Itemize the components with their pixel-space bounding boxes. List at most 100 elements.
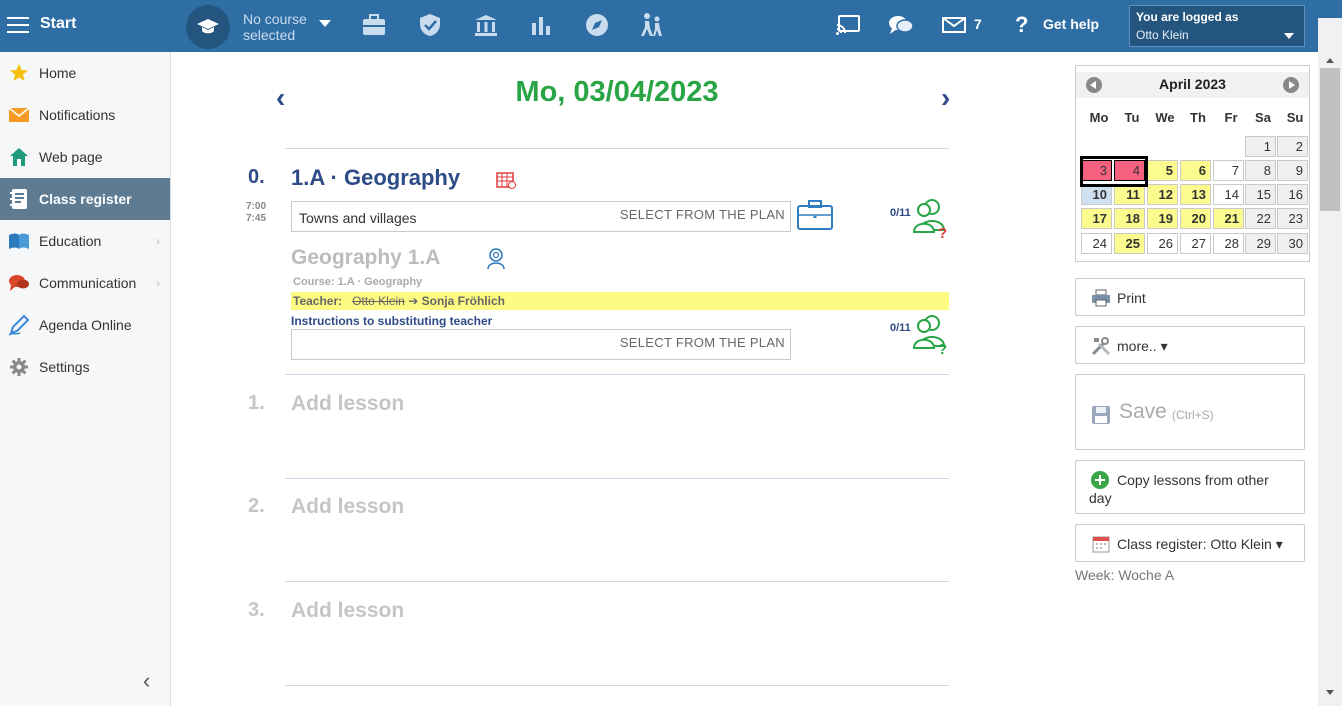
scroll-down-arrow-icon[interactable] <box>1326 690 1334 695</box>
course-selector[interactable]: No course selected <box>243 11 307 43</box>
sidebar-item-notifications[interactable]: Notifications <box>0 94 170 136</box>
sidebar-item-communication[interactable]: Communication › <box>0 262 170 304</box>
week-label: Week: Woche A <box>1075 567 1175 583</box>
instructions-field[interactable]: SELECT FROM THE PLAN <box>291 329 791 360</box>
sidebar-item-web-page[interactable]: Web page <box>0 136 170 178</box>
envelope-icon <box>8 104 30 126</box>
user-name: Otto Klein <box>1136 28 1189 42</box>
calendar-day[interactable]: 15 <box>1245 184 1276 205</box>
more-button[interactable]: more.. ▾ <box>1075 326 1305 364</box>
selected-week-frame <box>1080 156 1148 187</box>
compass-icon[interactable] <box>584 12 610 38</box>
hamburger-menu-icon[interactable] <box>7 14 29 34</box>
calendar-day[interactable]: 21 <box>1213 208 1244 229</box>
scrollbar-thumb[interactable] <box>1320 68 1340 211</box>
help-icon[interactable]: ? <box>1015 12 1028 38</box>
svg-text:?: ? <box>938 341 947 354</box>
calendar-day[interactable]: 17 <box>1081 208 1112 229</box>
graduation-cap-icon[interactable] <box>186 5 230 49</box>
mail-count-badge[interactable]: 7 <box>974 16 982 32</box>
person-outline-icon[interactable] <box>486 248 506 275</box>
start-link[interactable]: Start <box>40 15 76 33</box>
sidebar-item-home[interactable]: Home <box>0 52 170 94</box>
lesson-number: 3. <box>248 599 265 621</box>
calendar-day[interactable]: 28 <box>1213 233 1244 254</box>
sidebar-item-settings[interactable]: Settings <box>0 346 170 388</box>
user-menu[interactable]: You are logged as Otto Klein <box>1129 5 1305 47</box>
calendar-day[interactable]: 5 <box>1147 160 1178 181</box>
calendar-day[interactable]: 18 <box>1114 208 1145 229</box>
scroll-up-arrow-icon[interactable] <box>1326 58 1334 63</box>
user-menu-caret-icon[interactable] <box>1284 33 1294 39</box>
calendar-day[interactable]: 7 <box>1213 160 1244 181</box>
institution-icon[interactable] <box>473 12 499 38</box>
attendance-unknown-icon[interactable]: ? <box>912 198 950 243</box>
lesson-time: 7:00 7:45 <box>246 201 266 225</box>
calendar-day[interactable]: 12 <box>1147 184 1178 205</box>
bar-chart-icon[interactable] <box>528 12 554 38</box>
save-button[interactable]: Save (Ctrl+S) <box>1075 374 1305 450</box>
calendar-day[interactable]: 22 <box>1245 208 1276 229</box>
next-day-button[interactable]: › <box>941 82 950 114</box>
calendar-day[interactable]: 25 <box>1114 233 1145 254</box>
calendar-day[interactable]: 20 <box>1180 208 1211 229</box>
shield-check-icon[interactable] <box>417 12 443 38</box>
calendar-day[interactable]: 16 <box>1277 184 1308 205</box>
timetable-icon[interactable] <box>496 171 516 194</box>
add-lesson-button[interactable]: Add lesson <box>291 599 404 623</box>
calendar-day[interactable]: 30 <box>1277 233 1308 254</box>
lesson-topic-field[interactable]: Towns and villages SELECT FROM THE PLAN <box>291 201 791 232</box>
sidebar-item-education[interactable]: Education › <box>0 220 170 262</box>
chevron-right-icon: › <box>156 234 160 248</box>
print-button[interactable]: Print <box>1075 278 1305 316</box>
calendar-day[interactable]: 9 <box>1277 160 1308 181</box>
calendar-day[interactable]: 23 <box>1277 208 1308 229</box>
select-from-plan-button[interactable]: SELECT FROM THE PLAN <box>620 335 785 350</box>
next-month-icon[interactable] <box>1283 77 1299 93</box>
chat-bubbles-icon[interactable] <box>888 12 914 38</box>
logged-as-label: You are logged as <box>1136 10 1239 24</box>
add-lesson-button[interactable]: Add lesson <box>291 392 404 416</box>
divider <box>285 685 949 686</box>
save-label: Save <box>1119 400 1167 423</box>
divider <box>285 148 949 149</box>
calendar-day[interactable]: 26 <box>1147 233 1178 254</box>
svg-text:?: ? <box>938 225 947 238</box>
sidebar-item-agenda-online[interactable]: Agenda Online <box>0 304 170 346</box>
calendar-day[interactable]: 24 <box>1081 233 1112 254</box>
calendar-day[interactable]: 6 <box>1180 160 1211 181</box>
class-register-dropdown[interactable]: Class register: Otto Klein ▾ <box>1075 524 1305 562</box>
calendar-day[interactable]: 11 <box>1114 184 1145 205</box>
mail-icon[interactable] <box>941 12 967 38</box>
calendar-day[interactable]: 8 <box>1245 160 1276 181</box>
calendar-day[interactable]: 13 <box>1180 184 1211 205</box>
calendar-day[interactable]: 1 <box>1245 136 1276 157</box>
sidebar-item-class-register[interactable]: Class register <box>0 178 170 220</box>
calendar-day[interactable]: 19 <box>1147 208 1178 229</box>
briefcase-icon[interactable] <box>796 199 834 236</box>
collapse-sidebar-icon[interactable]: ‹ <box>143 668 150 694</box>
sidebar-item-label: Home <box>39 65 77 81</box>
select-from-plan-button[interactable]: SELECT FROM THE PLAN <box>620 207 785 222</box>
calendar-day[interactable]: 14 <box>1213 184 1244 205</box>
course-dropdown-caret-icon[interactable] <box>319 20 331 27</box>
cast-screen-icon[interactable] <box>835 12 861 38</box>
mini-calendar: April 2023 Mo Tu We Th Fr Sa Su 1 2 3 4 5 6 7 8 9 10 11 12… <box>1075 65 1310 262</box>
add-circle-icon <box>1090 470 1110 490</box>
lesson-title[interactable]: 1.A · Geography <box>291 165 460 191</box>
walking-people-icon[interactable] <box>638 12 664 38</box>
calendar-day[interactable]: 27 <box>1180 233 1211 254</box>
copy-lessons-button[interactable]: Copy lessons from other day <box>1075 460 1305 514</box>
add-lesson-button[interactable]: Add lesson <box>291 495 404 519</box>
divider <box>285 374 949 375</box>
briefcase-icon[interactable] <box>361 12 387 38</box>
calendar-weekday: Su <box>1286 110 1304 125</box>
calendar-day[interactable]: 10 <box>1081 184 1112 205</box>
teacher-label: Teacher: <box>293 294 343 308</box>
calendar-day[interactable]: 29 <box>1245 233 1276 254</box>
attendance-unknown-icon[interactable]: ? <box>912 314 950 359</box>
save-shortcut: (Ctrl+S) <box>1172 408 1214 422</box>
calendar-header: April 2023 <box>1076 72 1309 98</box>
calendar-day[interactable]: 2 <box>1277 136 1308 157</box>
get-help-link[interactable]: Get help <box>1043 16 1099 32</box>
